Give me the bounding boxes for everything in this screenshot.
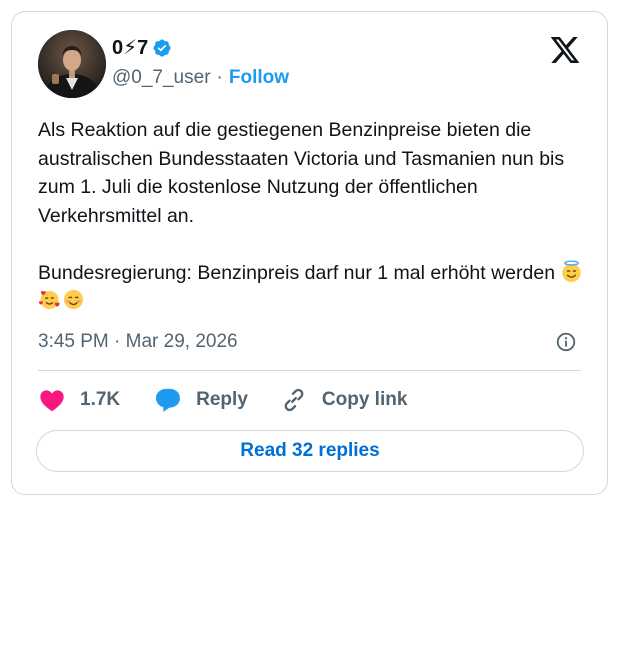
smiling-face-with-hearts-icon bbox=[38, 290, 60, 310]
copy-link-label: Copy link bbox=[321, 389, 408, 410]
tweet-body: Als Reaktion auf die gestiegenen Benzinp… bbox=[38, 119, 565, 284]
author-name-row[interactable]: 0⚡7 bbox=[112, 36, 172, 60]
follow-button[interactable]: Follow bbox=[229, 67, 289, 88]
reply-label: Reply bbox=[196, 389, 248, 410]
avatar[interactable] bbox=[38, 30, 106, 98]
tweet-text: Als Reaktion auf die gestiegenen Benzinp… bbox=[38, 116, 588, 316]
copy-link-button[interactable]: Copy link bbox=[280, 386, 408, 414]
speech-bubble-icon bbox=[156, 388, 181, 412]
link-icon bbox=[284, 388, 304, 412]
separator-dot: · bbox=[216, 67, 223, 88]
verified-badge-icon bbox=[153, 39, 171, 57]
heart-icon bbox=[40, 390, 64, 412]
read-replies-button[interactable]: Read 32 replies bbox=[36, 430, 584, 472]
action-bar: 1.7K Reply Copy link bbox=[38, 384, 407, 416]
smiling-face-with-halo-icon bbox=[562, 259, 582, 282]
x-logo-icon[interactable] bbox=[549, 34, 581, 66]
author-handle[interactable]: @0_7_user bbox=[112, 67, 211, 88]
info-icon[interactable] bbox=[555, 331, 577, 353]
smiling-face-with-smiling-eyes-icon bbox=[63, 289, 84, 310]
like-count: 1.7K bbox=[80, 389, 121, 410]
display-name[interactable]: 0⚡7 bbox=[112, 36, 148, 60]
divider bbox=[38, 370, 581, 371]
handle-row: @0_7_user · Follow bbox=[112, 66, 289, 90]
tweet-timestamp[interactable]: 3:45 PM · Mar 29, 2026 bbox=[38, 330, 238, 354]
tweet-card: 0⚡7 @0_7_user · Follow Als Reaktion auf di… bbox=[11, 11, 608, 495]
like-button[interactable]: 1.7K bbox=[38, 386, 120, 414]
avatar-image bbox=[38, 30, 106, 98]
reply-button[interactable]: Reply bbox=[154, 386, 248, 414]
